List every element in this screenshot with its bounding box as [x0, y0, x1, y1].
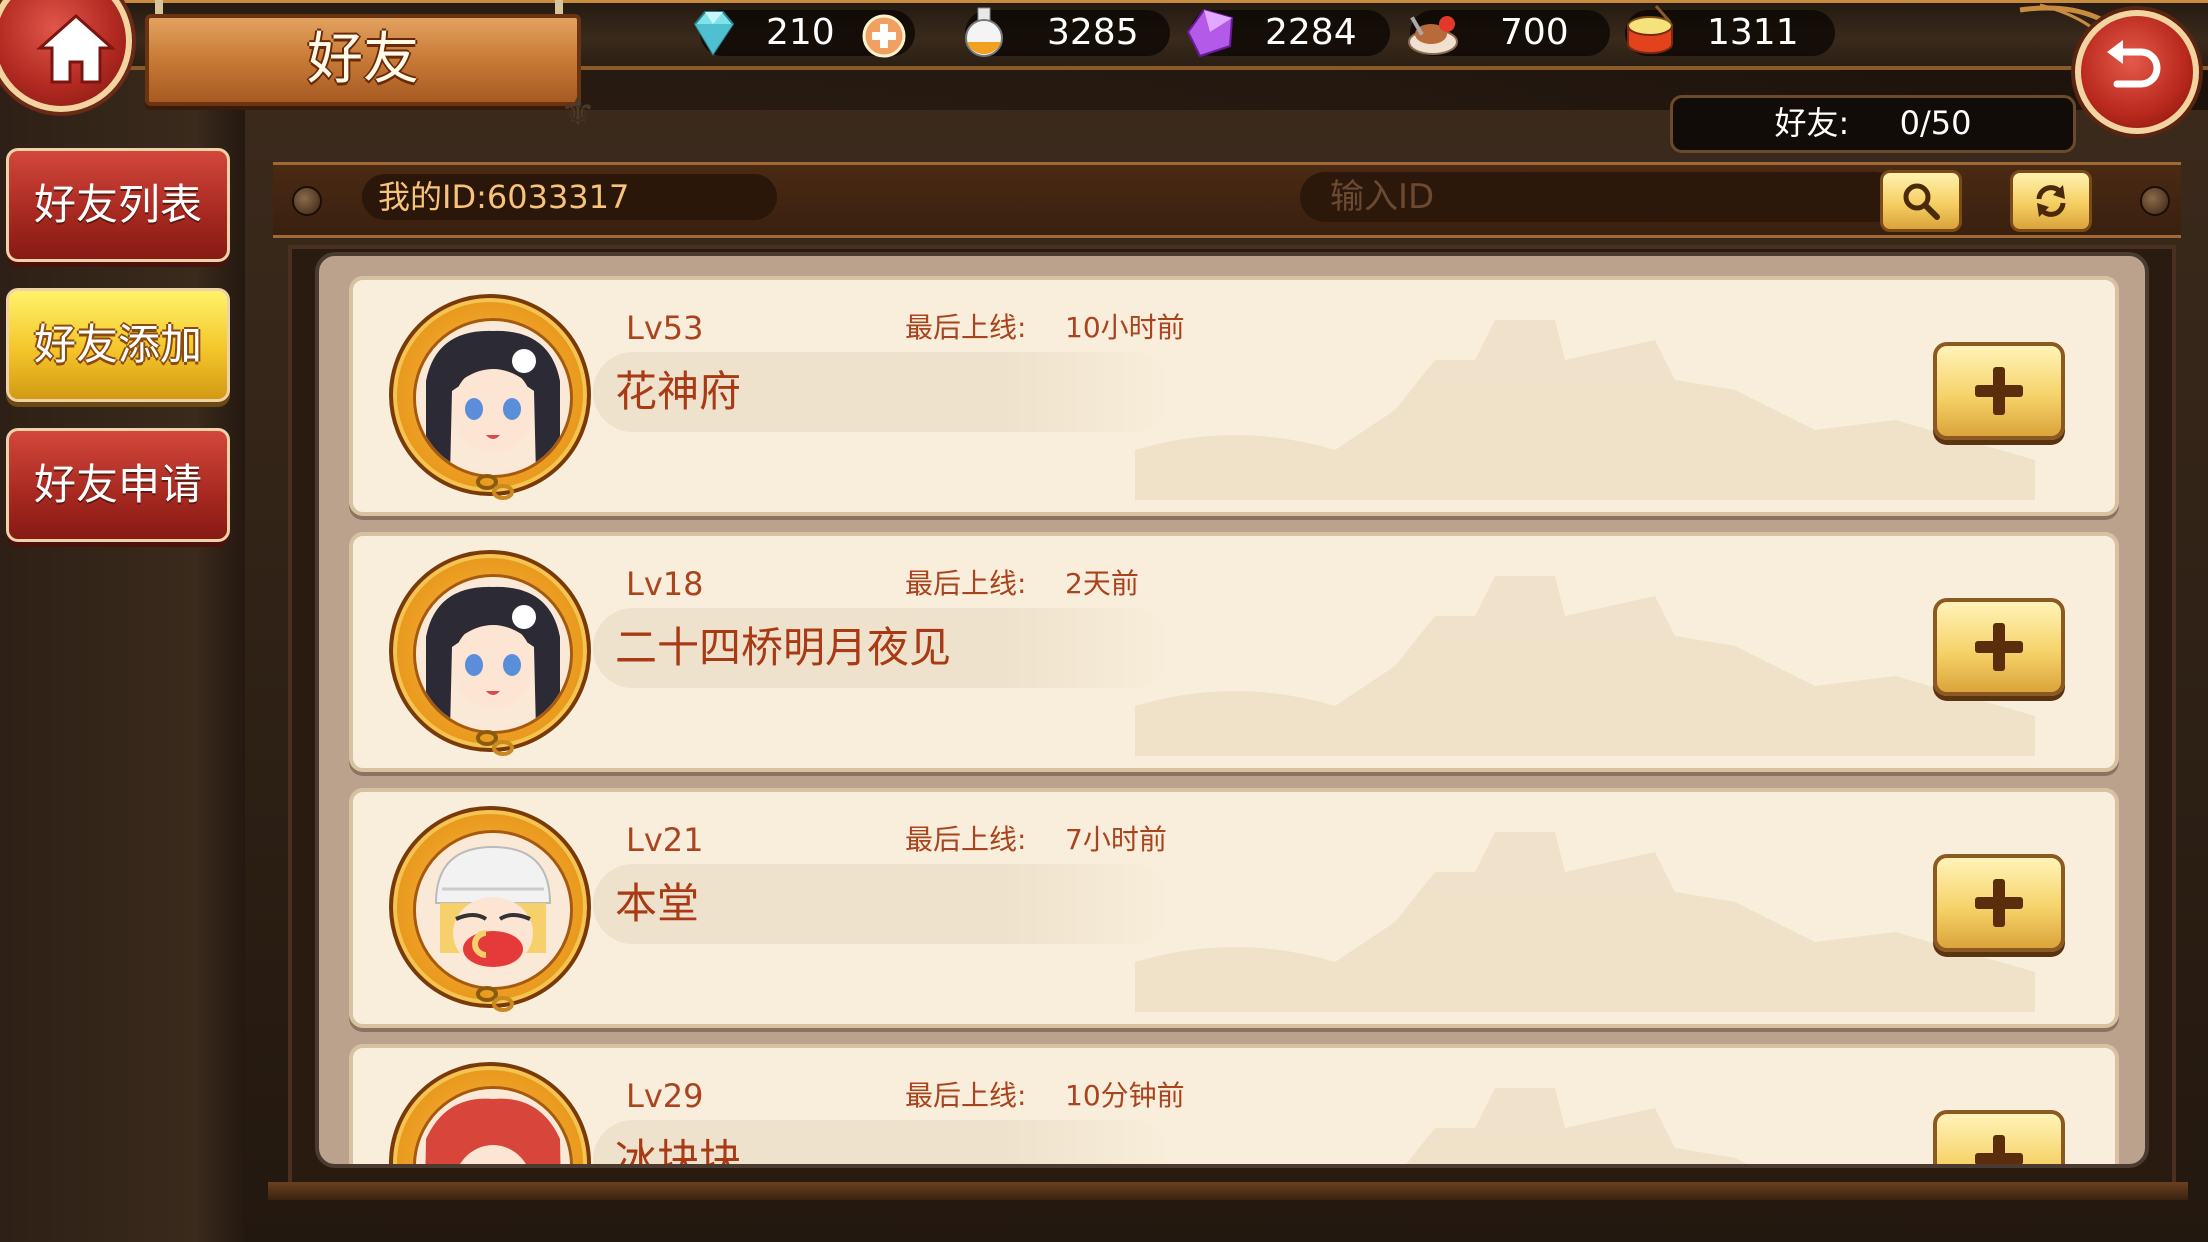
id-search-input[interactable]	[1300, 172, 1900, 222]
add-friend-button[interactable]	[1933, 854, 2065, 952]
last-online-value: 7小时前	[1065, 823, 1167, 856]
last-online-label: 最后上线:	[905, 311, 1027, 344]
friend-count-label: 好友:	[1774, 104, 1850, 142]
add-friend-button[interactable]	[1933, 1110, 2065, 1164]
player-card: Lv18 最后上线: 2天前 二十四桥明月夜见	[349, 532, 2119, 772]
plus-icon	[1975, 1135, 2023, 1164]
avatar[interactable]	[389, 1062, 591, 1164]
avatar-portrait	[413, 830, 573, 990]
last-online-label: 最后上线:	[905, 823, 1027, 856]
bottom-rail	[268, 1182, 2188, 1200]
avatar-portrait	[413, 1086, 573, 1164]
last-online-value: 10小时前	[1065, 311, 1185, 344]
player-card: Lv29 最后上线: 10分钟前 冰块块	[349, 1044, 2119, 1168]
plus-icon	[1975, 367, 2023, 415]
chain-icon	[476, 474, 514, 500]
player-name: 花神府	[615, 367, 742, 416]
bolt-left	[292, 186, 322, 216]
potion-count: 3285	[1047, 12, 1139, 53]
player-card: Lv21 最后上线: 7小时前 本堂	[349, 788, 2119, 1028]
scenery-watermark	[1406, 1088, 1747, 1164]
chain-icon	[476, 986, 514, 1012]
player-level: Lv18	[626, 565, 704, 603]
player-level: Lv53	[626, 309, 704, 347]
last-online-value: 10分钟前	[1065, 1079, 1185, 1112]
food-icon	[1408, 16, 1458, 55]
avatar[interactable]	[389, 294, 591, 500]
food-count: 700	[1500, 12, 1569, 53]
friend-count-display: 好友: 0/50	[1670, 95, 2076, 153]
page-title: 好友	[145, 14, 581, 106]
scenery-watermark	[1135, 320, 2035, 500]
diamond-count: 210	[766, 12, 835, 53]
refresh-icon	[2036, 185, 2066, 217]
add-friend-button[interactable]	[1933, 342, 2065, 440]
crystal-count: 2284	[1265, 12, 1357, 53]
refresh-button[interactable]	[2010, 170, 2092, 232]
diamond-icon	[693, 11, 735, 56]
player-name: 冰块块	[615, 1135, 742, 1168]
avatar[interactable]	[389, 550, 591, 756]
sidebar-item-friend-add[interactable]: 好友添加	[6, 288, 230, 402]
bolt-right	[2140, 186, 2170, 216]
last-online-label: 最后上线:	[905, 567, 1027, 600]
last-online-value: 2天前	[1065, 567, 1139, 600]
back-button[interactable]	[2075, 10, 2199, 134]
back-arrow-icon	[2107, 40, 2161, 88]
player-name: 本堂	[615, 879, 700, 928]
sidebar-item-friend-requests[interactable]: 好友申请	[6, 428, 230, 542]
search-button[interactable]	[1880, 170, 1962, 232]
my-id-display: 我的ID:6033317	[362, 174, 777, 220]
add-diamond-icon[interactable]	[862, 14, 906, 58]
avatar[interactable]	[389, 806, 591, 1012]
fleur-ornament-icon: ⚜	[560, 89, 596, 135]
scenery-watermark	[1135, 576, 2035, 756]
scenery-watermark	[1135, 832, 2035, 1012]
player-name: 二十四桥明月夜见	[615, 623, 952, 672]
drum-icon	[1627, 5, 1673, 54]
add-friend-button[interactable]	[1933, 598, 2065, 696]
plus-icon	[1975, 879, 2023, 927]
home-icon	[36, 13, 116, 84]
avatar-portrait	[413, 318, 573, 478]
player-level: Lv29	[626, 1077, 704, 1115]
friend-count-value: 0/50	[1899, 104, 1972, 142]
player-list: Lv53 最后上线: 10小时前 花神府 Lv18 最后上线: 2天前 二十四桥…	[315, 252, 2149, 1168]
drum-count: 1311	[1707, 12, 1799, 53]
player-card: Lv53 最后上线: 10小时前 花神府	[349, 276, 2119, 516]
crystal-icon	[1186, 8, 1234, 58]
plus-icon	[1975, 623, 2023, 671]
player-level: Lv21	[626, 821, 704, 859]
sidebar-item-friend-list[interactable]: 好友列表	[6, 148, 230, 262]
last-online-label: 最后上线:	[905, 1079, 1027, 1112]
potion-icon	[965, 7, 1003, 57]
chain-icon	[476, 730, 514, 756]
search-icon	[1903, 183, 1940, 220]
avatar-portrait	[413, 574, 573, 734]
